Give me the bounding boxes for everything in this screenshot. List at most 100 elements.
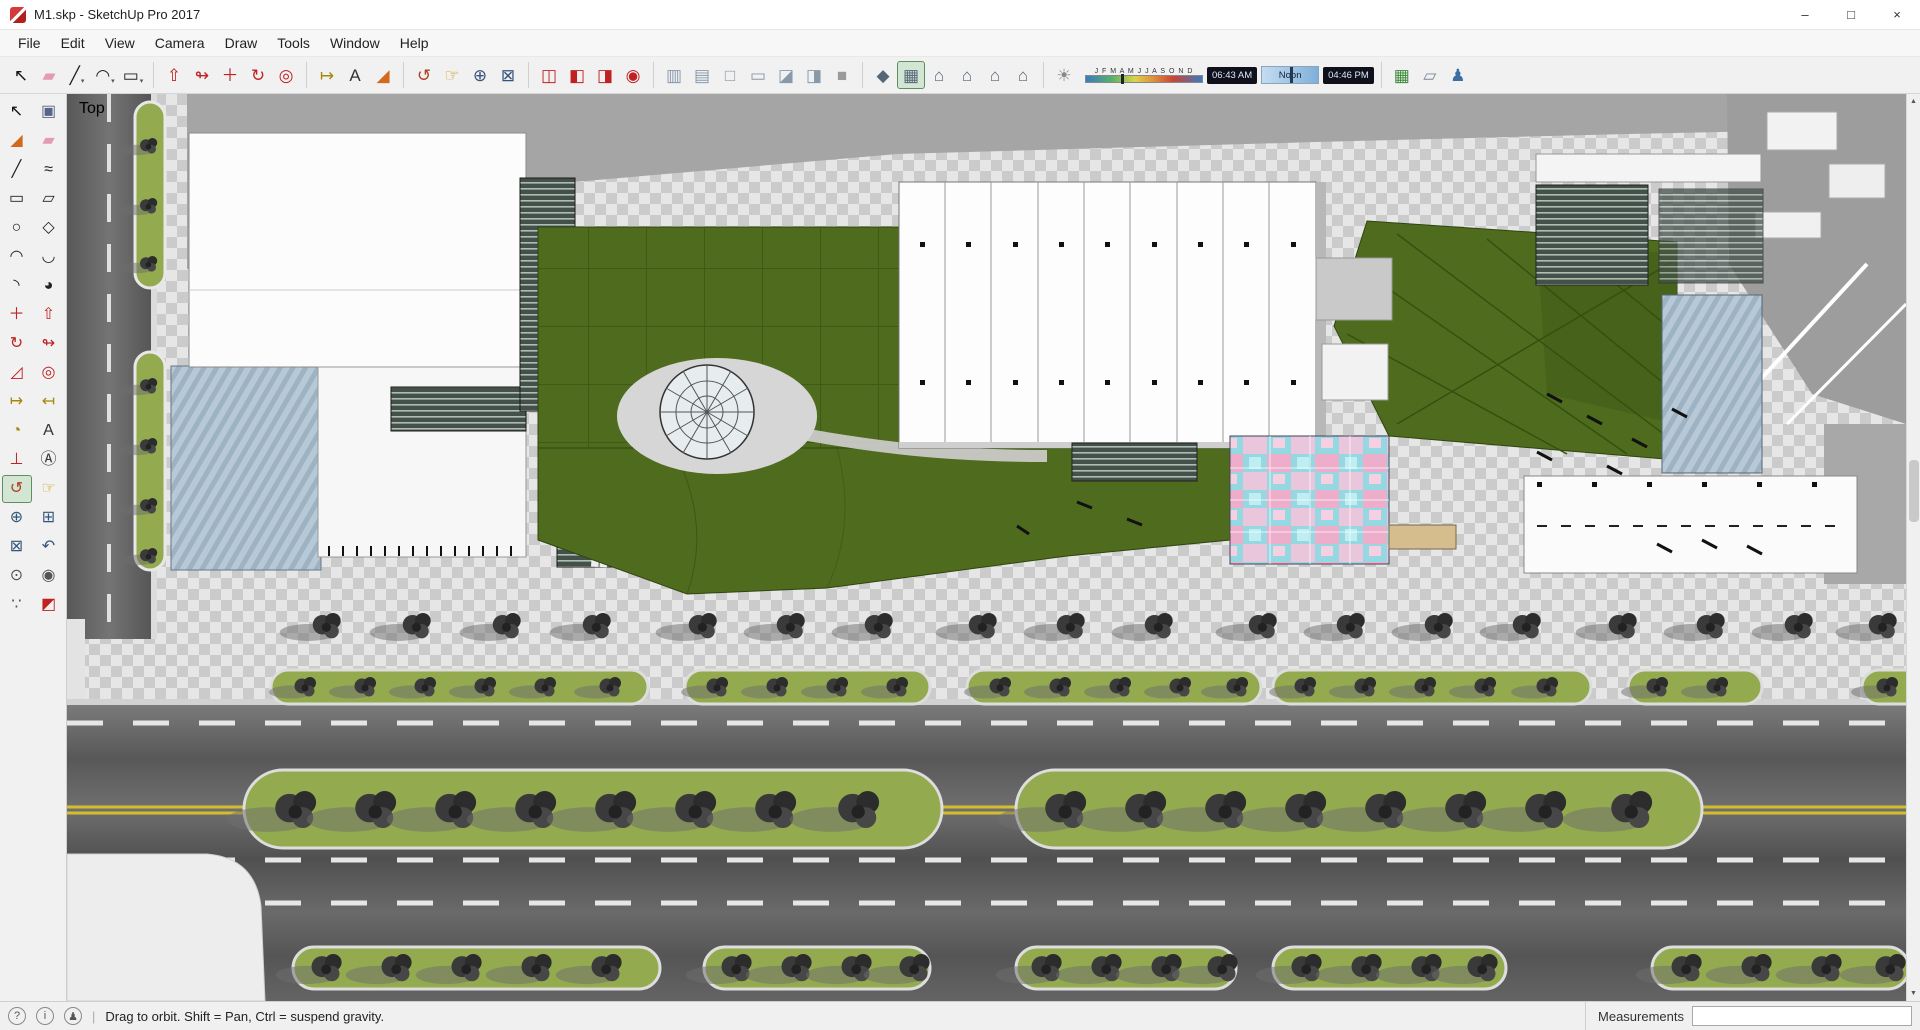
menu-window[interactable]: Window: [320, 31, 390, 55]
follow-me-tool[interactable]: ↬: [188, 61, 216, 89]
look-around-tool[interactable]: ◉: [34, 562, 64, 590]
paint-bucket-tool[interactable]: ◢: [2, 127, 32, 155]
menu-help[interactable]: Help: [390, 31, 439, 55]
two-point-arc-tool[interactable]: ◡: [34, 243, 64, 271]
zoom-extents-tool[interactable]: ⊠: [494, 61, 522, 89]
style-monochrome[interactable]: ■: [828, 61, 856, 89]
tags-icon[interactable]: ▱: [1416, 61, 1444, 89]
circle-tool[interactable]: ○: [2, 214, 32, 242]
scale-tool[interactable]: ◿: [2, 359, 32, 387]
shapes-tool[interactable]: ▭ ▾: [119, 61, 147, 89]
line-tool[interactable]: ╱ ▾: [63, 61, 91, 89]
eraser-tool[interactable]: ▰: [35, 61, 63, 89]
view-left[interactable]: ⌂: [1009, 61, 1037, 89]
style-hidden-line[interactable]: ▭: [744, 61, 772, 89]
menu-draw[interactable]: Draw: [215, 31, 268, 55]
rectangle-tool[interactable]: ▭: [2, 185, 32, 213]
display-section-planes-tool[interactable]: ◧: [563, 61, 591, 89]
zoom-extents-tool[interactable]: ⊠: [2, 533, 32, 561]
shadow-date-slider[interactable]: J F M A M J J A S O N D: [1085, 68, 1203, 84]
position-camera-tool[interactable]: ⊙: [2, 562, 32, 590]
paint-bucket-tool[interactable]: ◢: [369, 61, 397, 89]
move-tool[interactable]: ＋: [216, 61, 244, 89]
offset-tool[interactable]: ◎: [272, 61, 300, 89]
section-fill-tool[interactable]: ◉: [619, 61, 647, 89]
section-plane-tool[interactable]: ◩: [34, 591, 64, 619]
pie-tool[interactable]: ◕: [34, 272, 64, 300]
select-tool[interactable]: ↖: [7, 61, 35, 89]
offset-tool[interactable]: ◎: [34, 359, 64, 387]
scrollbar-thumb[interactable]: [1908, 459, 1919, 522]
section-plane-tool[interactable]: ◫: [535, 61, 563, 89]
shadow-time-end: 04:46 PM: [1323, 66, 1374, 84]
eraser-tool[interactable]: ▰: [34, 127, 64, 155]
menu-tools[interactable]: Tools: [267, 31, 320, 55]
push-pull-tool[interactable]: ⇧: [160, 61, 188, 89]
axes-tool[interactable]: ⊥: [2, 446, 32, 474]
view-right[interactable]: ⌂: [953, 61, 981, 89]
pan-tool[interactable]: ☞: [34, 475, 64, 503]
zoom-tool[interactable]: ⊕: [2, 504, 32, 532]
account-icon[interactable]: ♟: [64, 1007, 82, 1025]
display-section-cuts-tool[interactable]: ◨: [591, 61, 619, 89]
text-tool[interactable]: A: [34, 417, 64, 445]
protractor-tool[interactable]: ◔: [2, 417, 32, 445]
select-tool[interactable]: ↖: [2, 98, 32, 126]
style-shaded-textures[interactable]: ◨: [800, 61, 828, 89]
close-button[interactable]: ×: [1874, 0, 1920, 30]
walk-tool[interactable]: ∵: [2, 591, 32, 619]
style-back-edges[interactable]: ▤: [688, 61, 716, 89]
3d-text-tool[interactable]: Ⓐ: [34, 446, 64, 474]
view-iso[interactable]: ◆: [869, 61, 897, 89]
zoom-window-tool[interactable]: ⊞: [34, 504, 64, 532]
scrollbar-track[interactable]: [1907, 109, 1920, 986]
menu-file[interactable]: File: [8, 31, 51, 55]
viewport[interactable]: Top: [67, 94, 1906, 1001]
pan-tool[interactable]: ☞: [438, 61, 466, 89]
view-back[interactable]: ⌂: [981, 61, 1009, 89]
menu-camera[interactable]: Camera: [145, 31, 215, 55]
sign-in-icon[interactable]: ♟: [1444, 61, 1472, 89]
rotate-tool[interactable]: ↻: [244, 61, 272, 89]
move-tool[interactable]: ＋: [2, 301, 32, 329]
polygon-tool[interactable]: ◇: [34, 214, 64, 242]
orbit-tool[interactable]: ↺: [410, 61, 438, 89]
measurements-input[interactable]: [1692, 1006, 1912, 1026]
scroll-up-arrow[interactable]: ▲: [1907, 94, 1920, 109]
arc-tool[interactable]: ◠ ▾: [91, 61, 119, 89]
make-component-tool[interactable]: ▣: [34, 98, 64, 126]
view-top[interactable]: ▦: [897, 61, 925, 89]
shadow-date-thumb[interactable]: [1120, 73, 1124, 84]
warehouse-icon[interactable]: ▦: [1388, 61, 1416, 89]
vertical-scrollbar[interactable]: ▲ ▼: [1906, 94, 1920, 1001]
shadow-time-slider[interactable]: Noon: [1261, 66, 1320, 84]
menu-view[interactable]: View: [95, 31, 145, 55]
line-tool[interactable]: ╱: [2, 156, 32, 184]
follow-me-tool[interactable]: ↬: [34, 330, 64, 358]
style-wireframe[interactable]: □: [716, 61, 744, 89]
three-point-arc-tool[interactable]: ◝: [2, 272, 32, 300]
tape-measure-tool[interactable]: ↦: [313, 61, 341, 89]
shadow-time-thumb[interactable]: [1290, 67, 1294, 83]
push-pull-tool[interactable]: ⇧: [34, 301, 64, 329]
maximize-button[interactable]: □: [1828, 0, 1874, 30]
scroll-down-arrow[interactable]: ▼: [1907, 986, 1920, 1001]
text-tool[interactable]: A: [341, 61, 369, 89]
dimension-tool[interactable]: ↤: [34, 388, 64, 416]
minimize-button[interactable]: –: [1782, 0, 1828, 30]
style-xray[interactable]: ▥: [660, 61, 688, 89]
orbit-tool[interactable]: ↺: [1, 475, 32, 503]
geolocation-icon[interactable]: i: [36, 1007, 54, 1025]
zoom-tool[interactable]: ⊕: [466, 61, 494, 89]
menu-edit[interactable]: Edit: [51, 31, 95, 55]
arc-tool[interactable]: ◠: [2, 243, 32, 271]
style-shaded[interactable]: ◪: [772, 61, 800, 89]
rotate-tool[interactable]: ↻: [2, 330, 32, 358]
rotated-rectangle-tool[interactable]: ▱: [34, 185, 64, 213]
view-front[interactable]: ⌂: [925, 61, 953, 89]
help-icon[interactable]: ?: [8, 1007, 26, 1025]
tape-measure-tool[interactable]: ↦: [2, 388, 32, 416]
previous-view-tool[interactable]: ↶: [34, 533, 64, 561]
shadows-toggle[interactable]: ☀: [1050, 61, 1078, 89]
freehand-tool[interactable]: ≈: [34, 156, 64, 184]
